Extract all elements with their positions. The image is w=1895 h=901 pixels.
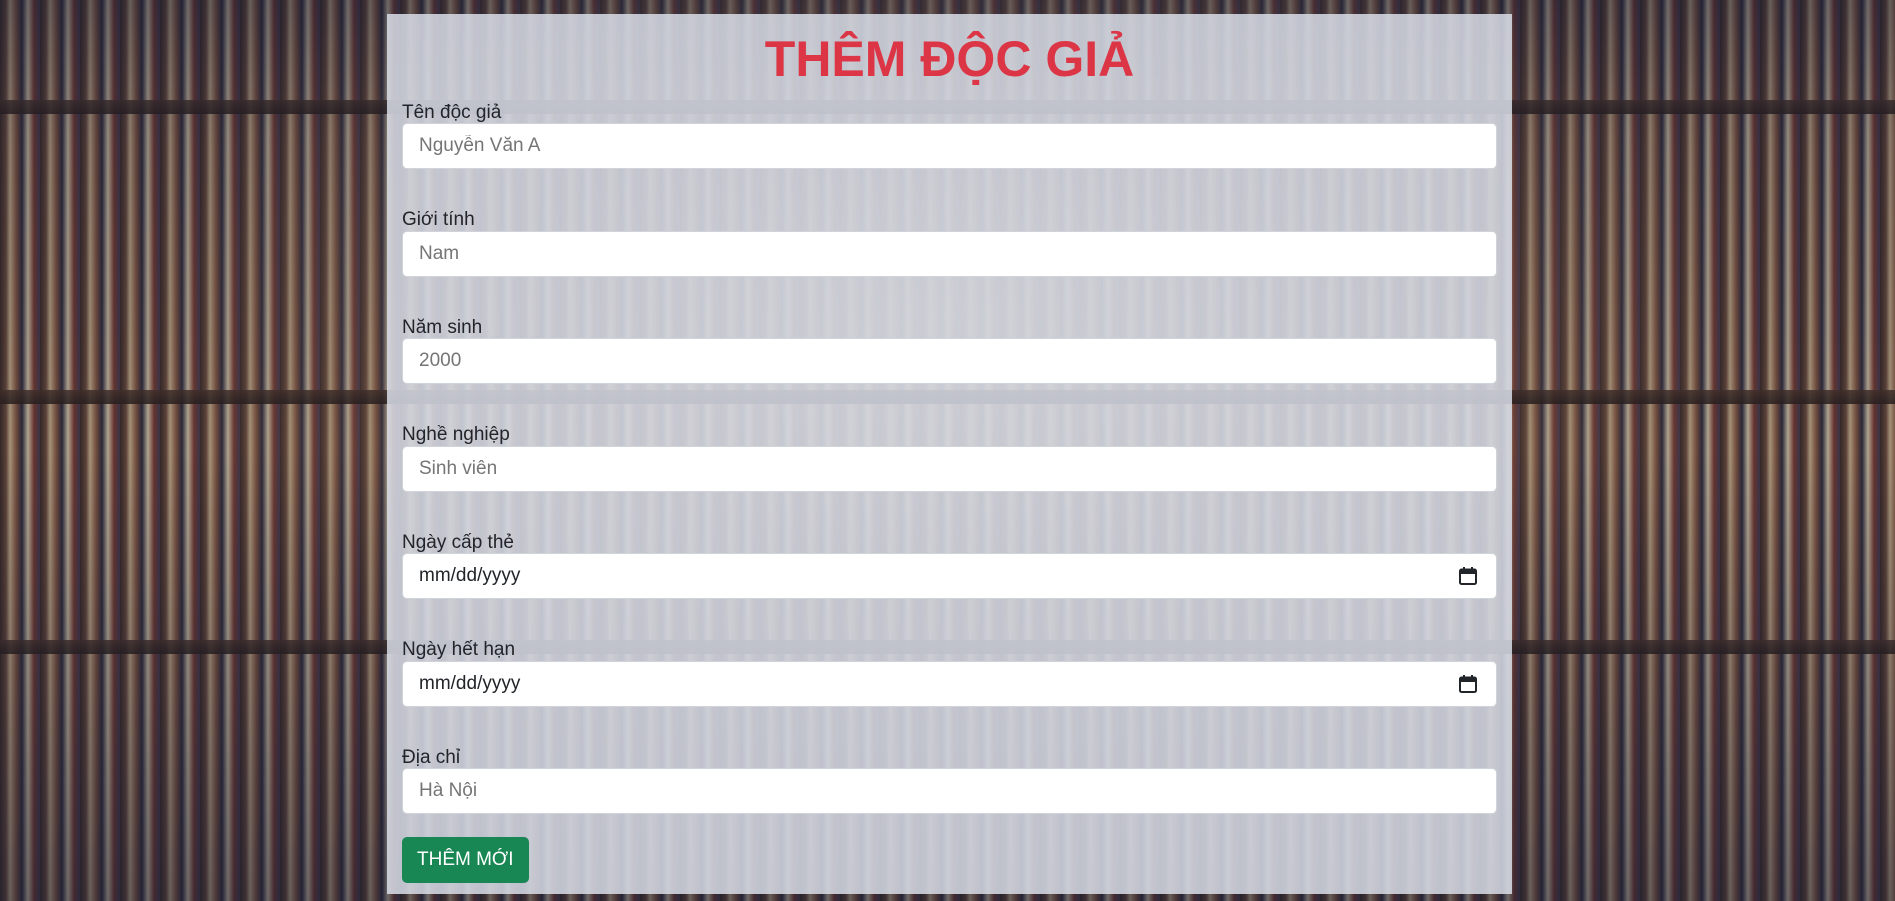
expiry-date-input[interactable]: mm/dd/yyyy [402,661,1497,707]
occupation-input[interactable] [402,446,1497,492]
calendar-icon[interactable] [1458,674,1478,694]
address-input[interactable] [402,768,1497,814]
add-reader-form-panel: THÊM ĐỘC GIẢ Tên độc giả Giới tính Năm s… [387,14,1512,894]
page-title: THÊM ĐỘC GIẢ [764,31,1135,87]
issue-date-label: Ngày cấp thẻ [402,532,514,553]
address-label: Địa chỉ [402,747,461,768]
occupation-label: Nghề nghiệp [402,424,510,445]
reader-name-label: Tên độc giả [402,102,502,123]
expiry-date-label: Ngày hết hạn [402,639,516,660]
issue-date-value: mm/dd/yyyy [419,565,521,586]
birth-year-label: Năm sinh [402,317,483,338]
gender-input[interactable] [402,231,1497,277]
gender-label: Giới tính [402,209,475,230]
add-new-button[interactable]: THÊM MỚI [402,837,529,883]
issue-date-input[interactable]: mm/dd/yyyy [402,553,1497,599]
birth-year-input[interactable] [402,338,1497,384]
reader-name-input[interactable] [402,123,1497,169]
calendar-icon[interactable] [1458,566,1478,586]
expiry-date-value: mm/dd/yyyy [419,673,521,694]
